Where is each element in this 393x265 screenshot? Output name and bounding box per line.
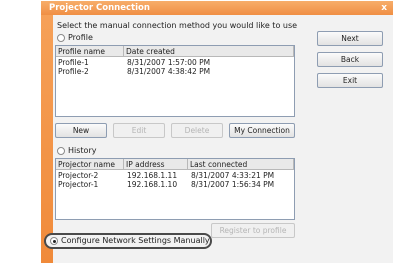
history-row-1-ip[interactable]: 192.168.1.11 [127,171,177,180]
next-button[interactable]: Next [317,31,383,46]
projector-connection-window: Projector Connection x Select the manual… [41,1,393,263]
profile-name-column-header[interactable]: Profile name [56,46,124,57]
profile-radio-label: Profile [68,33,93,42]
history-row-1-name[interactable]: Projector-2 [58,171,98,180]
profile-row-1-name[interactable]: Profile-1 [58,58,89,67]
edit-button[interactable]: Edit [113,123,165,138]
projector-name-column-header[interactable]: Projector name [56,159,124,170]
delete-button[interactable]: Delete [171,123,223,138]
back-button[interactable]: Back [317,52,383,67]
profile-row-2-name[interactable]: Profile-2 [58,67,89,76]
close-button[interactable]: x [381,3,387,13]
window-title: Projector Connection [49,3,150,13]
register-to-profile-button[interactable]: Register to profile [211,223,295,238]
my-connection-button[interactable]: My Connection [229,123,295,138]
new-button[interactable]: New [55,123,107,138]
profile-list[interactable]: Profile name Date created Profile-1 8/31… [55,45,295,117]
date-created-column-header[interactable]: Date created [124,46,294,57]
history-row-2-ip[interactable]: 192.168.1.10 [127,180,177,189]
profile-row-2-date[interactable]: 8/31/2007 4:38:42 PM [127,67,210,76]
last-connected-column-header[interactable]: Last connected [188,159,294,170]
history-list[interactable]: Projector name IP address Last connected… [55,158,295,220]
history-row-1-date[interactable]: 8/31/2007 4:33:21 PM [191,171,274,180]
profile-row-1-date[interactable]: 8/31/2007 1:57:00 PM [127,58,210,67]
history-row-2-name[interactable]: Projector-1 [58,180,98,189]
history-row-2-date[interactable]: 8/31/2007 1:56:34 PM [191,180,274,189]
configure-manually-radio[interactable] [50,237,58,245]
profile-radio[interactable] [57,34,65,42]
exit-button[interactable]: Exit [317,73,383,88]
history-radio-label: History [68,146,97,155]
title-bar: Projector Connection x [41,1,393,15]
ip-address-column-header[interactable]: IP address [124,159,188,170]
instruction-text: Select the manual connection method you … [57,21,298,30]
orange-side-bar [41,1,53,263]
history-radio[interactable] [57,147,65,155]
configure-manually-label[interactable]: Configure Network Settings Manually [61,236,210,245]
